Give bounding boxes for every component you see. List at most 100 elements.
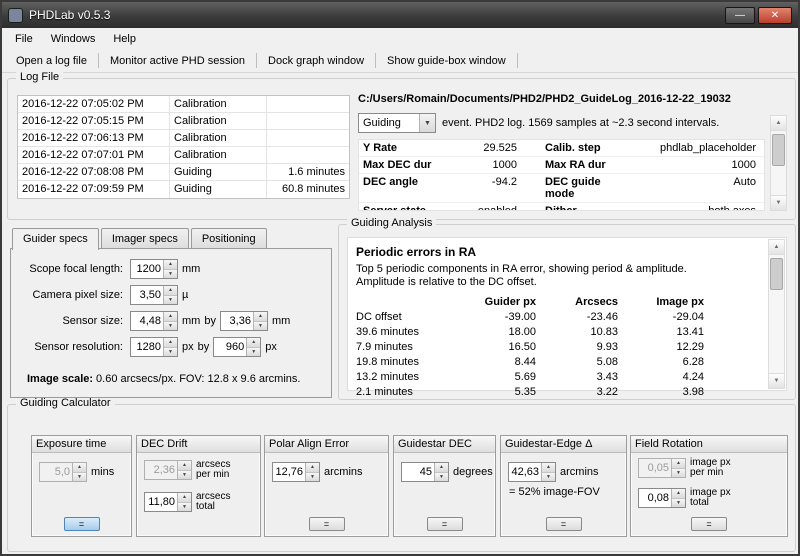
dec-drift-total-stepper[interactable]: ▲▼ — [144, 492, 192, 512]
spin-up-icon[interactable]: ▲ — [178, 461, 191, 471]
field-rotation-total-stepper-arrows[interactable]: ▲ ▼ — [671, 489, 685, 507]
pixel-size-stepper-arrows[interactable]: ▲ ▼ — [163, 286, 177, 304]
spin-up-icon[interactable]: ▲ — [164, 338, 177, 348]
focal-length-stepper-input[interactable] — [131, 260, 163, 278]
resolution-height-stepper-arrows[interactable]: ▲ ▼ — [246, 338, 261, 356]
sensor-height-stepper[interactable]: ▲▼ — [219, 311, 268, 331]
exposure-compute-button[interactable]: = — [63, 517, 100, 531]
resolution-height-stepper-input[interactable] — [214, 338, 247, 356]
dec-drift-total-stepper-input[interactable] — [145, 493, 177, 511]
scroll-down-icon[interactable]: ▼ — [771, 195, 786, 210]
spin-up-icon[interactable]: ▲ — [253, 312, 267, 322]
spin-down-icon[interactable]: ▼ — [164, 321, 177, 330]
minimize-button[interactable]: — — [725, 6, 755, 24]
spin-down-icon[interactable]: ▼ — [178, 470, 191, 479]
tab-imager-specs[interactable]: Imager specs — [100, 228, 189, 249]
sensor-height-stepper-arrows[interactable]: ▲ ▼ — [252, 312, 267, 330]
guidestar-edge-stepper[interactable]: ▲▼ — [508, 462, 556, 482]
spin-up-icon[interactable]: ▲ — [164, 286, 177, 296]
spin-up-icon[interactable]: ▲ — [247, 338, 261, 348]
spin-up-icon[interactable]: ▲ — [672, 459, 685, 469]
focal-length-stepper[interactable]: ▲▼ — [130, 259, 178, 279]
pixel-size-stepper-input[interactable] — [131, 286, 163, 304]
guidestar-dec-stepper-input[interactable] — [402, 463, 434, 481]
dec-drift-rate-stepper[interactable]: ▲▼ — [144, 460, 192, 480]
toolbar-monitor-session[interactable]: Monitor active PHD session — [102, 51, 253, 71]
guidestar-edge-stepper-arrows[interactable]: ▲ ▼ — [541, 463, 555, 481]
close-button[interactable]: ✕ — [758, 6, 792, 24]
sensor-width-stepper-arrows[interactable]: ▲ ▼ — [163, 312, 177, 330]
sensor-width-stepper[interactable]: ▲▼ — [130, 311, 178, 331]
table-row[interactable]: 2016-12-22 07:05:02 PM Calibration — [18, 96, 349, 113]
toolbar-dock-graph-window[interactable]: Dock graph window — [260, 51, 372, 71]
spin-down-icon[interactable]: ▼ — [178, 502, 191, 511]
spin-up-icon[interactable]: ▲ — [672, 489, 685, 499]
exposure-time-stepper[interactable]: ▲▼ — [39, 462, 87, 482]
pixel-size-stepper[interactable]: ▲▼ — [130, 285, 178, 305]
log-details-scrollbar[interactable]: ▲ ▼ — [770, 115, 787, 211]
menu-file[interactable]: File — [6, 30, 42, 48]
spin-up-icon[interactable]: ▲ — [73, 463, 86, 473]
scroll-down-icon[interactable]: ▼ — [769, 373, 784, 388]
spin-up-icon[interactable]: ▲ — [178, 493, 191, 503]
spin-down-icon[interactable]: ▼ — [435, 472, 448, 481]
dropdown-arrow-icon[interactable]: ▼ — [419, 114, 435, 132]
focal-length-stepper-arrows[interactable]: ▲ ▼ — [163, 260, 177, 278]
spin-down-icon[interactable]: ▼ — [247, 347, 261, 356]
sensor-width-stepper-input[interactable] — [131, 312, 163, 330]
polar-align-compute-button[interactable]: = — [308, 517, 345, 531]
spin-down-icon[interactable]: ▼ — [542, 472, 555, 481]
polar-align-stepper-arrows[interactable]: ▲ ▼ — [305, 463, 319, 481]
analysis-scrollbar[interactable]: ▲ ▼ — [768, 239, 785, 389]
menu-windows[interactable]: Windows — [42, 30, 105, 48]
spin-down-icon[interactable]: ▼ — [164, 269, 177, 278]
spin-down-icon[interactable]: ▼ — [672, 498, 685, 507]
scroll-up-icon[interactable]: ▲ — [771, 116, 786, 131]
spin-up-icon[interactable]: ▲ — [164, 260, 177, 270]
spin-up-icon[interactable]: ▲ — [542, 463, 555, 473]
spin-up-icon[interactable]: ▲ — [306, 463, 319, 473]
exposure-time-stepper-arrows[interactable]: ▲ ▼ — [72, 463, 86, 481]
spin-down-icon[interactable]: ▼ — [253, 321, 267, 330]
tab-positioning[interactable]: Positioning — [190, 228, 267, 249]
resolution-height-stepper[interactable]: ▲▼ — [213, 337, 262, 357]
sensor-height-stepper-input[interactable] — [220, 312, 253, 330]
guidestar-dec-stepper-arrows[interactable]: ▲ ▼ — [434, 463, 448, 481]
polar-align-stepper[interactable]: ▲▼ — [272, 462, 320, 482]
guidestar-dec-stepper[interactable]: ▲▼ — [401, 462, 449, 482]
table-row[interactable]: 2016-12-22 07:06:13 PM Calibration — [18, 130, 349, 147]
polar-align-stepper-input[interactable] — [273, 463, 305, 481]
spin-down-icon[interactable]: ▼ — [164, 295, 177, 304]
spin-down-icon[interactable]: ▼ — [672, 468, 685, 477]
dec-drift-total-stepper-arrows[interactable]: ▲ ▼ — [177, 493, 191, 511]
field-rotation-compute-button[interactable]: = — [691, 517, 727, 531]
field-rotation-rate-stepper-arrows[interactable]: ▲ ▼ — [671, 459, 685, 477]
field-rotation-rate-stepper[interactable]: ▲▼ — [638, 458, 686, 478]
dec-drift-rate-stepper-input[interactable] — [145, 461, 177, 479]
event-type-dropdown[interactable]: Guiding ▼ — [358, 113, 436, 133]
spin-up-icon[interactable]: ▲ — [164, 312, 177, 322]
field-rotation-rate-stepper-input[interactable] — [639, 459, 671, 477]
menu-help[interactable]: Help — [104, 30, 145, 48]
exposure-time-stepper-input[interactable] — [40, 463, 72, 481]
resolution-width-stepper-input[interactable] — [131, 338, 163, 356]
toolbar-show-guide-box-window[interactable]: Show guide-box window — [379, 51, 514, 71]
guidestar-dec-compute-button[interactable]: = — [426, 517, 463, 531]
toolbar-open-log-file[interactable]: Open a log file — [8, 51, 95, 71]
table-row[interactable]: 2016-12-22 07:09:59 PM Guiding 60.8 minu… — [18, 181, 349, 198]
table-row[interactable]: 2016-12-22 07:05:15 PM Calibration — [18, 113, 349, 130]
spin-down-icon[interactable]: ▼ — [73, 472, 86, 481]
scrollbar-thumb[interactable] — [770, 258, 783, 290]
table-row[interactable]: 2016-12-22 07:08:08 PM Guiding 1.6 minut… — [18, 164, 349, 181]
titlebar[interactable]: PHDLab v0.5.3 — ✕ — [2, 2, 798, 28]
scrollbar-thumb[interactable] — [772, 134, 785, 166]
resolution-width-stepper-arrows[interactable]: ▲ ▼ — [163, 338, 177, 356]
tab-guider-specs[interactable]: Guider specs — [12, 228, 99, 250]
field-rotation-total-stepper-input[interactable] — [639, 489, 671, 507]
spin-down-icon[interactable]: ▼ — [306, 472, 319, 481]
spin-down-icon[interactable]: ▼ — [164, 347, 177, 356]
table-row[interactable]: 2016-12-22 07:07:01 PM Calibration — [18, 147, 349, 164]
scroll-up-icon[interactable]: ▲ — [769, 240, 784, 255]
guidestar-edge-compute-button[interactable]: = — [545, 517, 582, 531]
spin-up-icon[interactable]: ▲ — [435, 463, 448, 473]
